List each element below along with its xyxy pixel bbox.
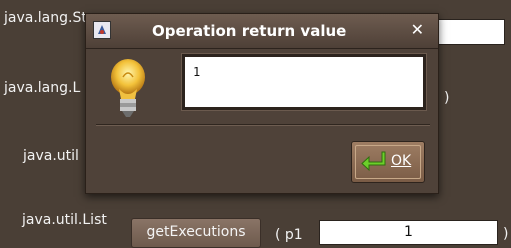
type-label-util: java.util [23, 148, 79, 164]
return-value-text: 1 [193, 65, 201, 79]
ok-label: OK [391, 153, 412, 169]
return-value-field[interactable]: 1 [181, 53, 427, 111]
dialog-titlebar[interactable]: Operation return value ✕ [86, 14, 438, 49]
app-icon [93, 21, 111, 39]
ok-button[interactable]: OK [351, 141, 425, 183]
lightbulb-icon [108, 57, 148, 119]
parameter-label-p1: ( p1 [275, 227, 303, 243]
parameter-input-p1[interactable]: 1 [319, 220, 498, 245]
dialog-separator [96, 124, 430, 126]
paren-close-icon: ) [503, 226, 509, 242]
parameter-input-top[interactable] [437, 19, 505, 45]
dialog-title: Operation return value [152, 22, 347, 40]
close-icon[interactable]: ✕ [411, 20, 424, 39]
enter-arrow-icon [361, 151, 386, 172]
type-label-list: java.util.List [22, 212, 107, 228]
return-value-dialog: Operation return value ✕ 1 OK [85, 13, 439, 194]
type-label-string: java.lang.St [4, 10, 87, 26]
paren-close-icon: ) [444, 90, 450, 106]
get-executions-button[interactable]: getExecutions [131, 218, 261, 248]
type-label-long: java.lang.L [4, 80, 81, 96]
